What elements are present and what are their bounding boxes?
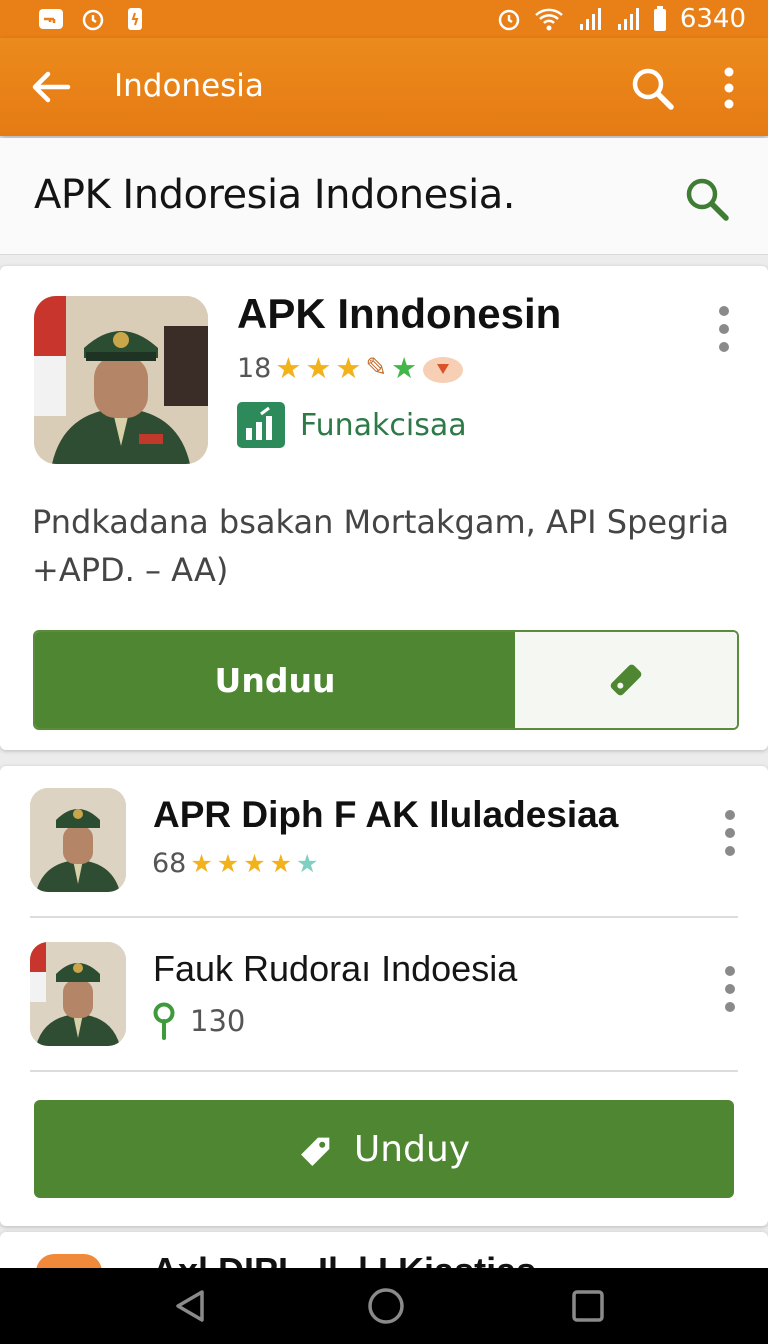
star-icon: ★ xyxy=(305,350,332,385)
rating-row: 68 ★ ★ ★ ★ ★ xyxy=(152,848,318,879)
back-arrow-icon[interactable] xyxy=(28,64,74,110)
featured-app-card[interactable]: APK Inndonesin 18 ★ ★ ★ ✎ ★ Funakcisaa P… xyxy=(0,266,768,750)
download-button-group: Unduu xyxy=(33,630,739,730)
divider xyxy=(30,916,738,918)
search-icon[interactable] xyxy=(628,64,676,112)
search-bar[interactable]: APK Indoresia Indonesia. xyxy=(0,138,768,255)
app-avatar xyxy=(30,788,126,892)
rating-count: 18 xyxy=(237,352,272,384)
system-nav-bar xyxy=(0,1268,768,1344)
app-avatar xyxy=(30,942,126,1046)
app-bar-title: Indonesia xyxy=(114,68,264,104)
star-icon: ★ xyxy=(190,849,213,878)
star-icon: ★ xyxy=(243,849,266,878)
rating-count: 68 xyxy=(152,848,187,879)
alarm-icon xyxy=(498,9,520,31)
star-icon: ★ xyxy=(296,849,319,878)
overflow-menu-icon[interactable] xyxy=(723,966,737,1012)
search-icon[interactable] xyxy=(682,174,732,224)
app-list-card: APR Diph F AK Iluladesiaa 68 ★ ★ ★ ★ ★ F… xyxy=(0,766,768,1226)
tag-icon xyxy=(610,664,642,696)
status-time: 6340 xyxy=(679,4,746,34)
search-query[interactable]: APK Indoresia Indonesia. xyxy=(34,172,515,218)
star-icon: ★ xyxy=(391,350,418,385)
more-vert-icon[interactable] xyxy=(712,64,746,112)
star-icon: ★ xyxy=(335,350,362,385)
signal-icon xyxy=(579,8,601,30)
signal-icon xyxy=(617,8,639,30)
category-chart-icon xyxy=(237,402,285,448)
app-bar: Indonesia xyxy=(0,38,768,136)
home-circle-icon[interactable] xyxy=(366,1286,406,1326)
star-icon: ★ xyxy=(275,350,302,385)
category-label[interactable]: Funakcisaa xyxy=(300,408,467,443)
rating-row: 18 ★ ★ ★ ✎ ★ xyxy=(237,352,465,384)
overflow-menu-icon[interactable] xyxy=(723,810,737,856)
location-pin-icon xyxy=(153,1002,175,1040)
download-count-row: 130 xyxy=(152,1002,245,1040)
divider xyxy=(30,1070,738,1072)
star-icon: ★ xyxy=(269,849,293,878)
tag-icon xyxy=(300,1137,330,1166)
alarm-icon xyxy=(82,9,104,31)
recents-square-icon[interactable] xyxy=(570,1288,606,1324)
list-item-title[interactable]: APR Diph F AK Iluladesiaa xyxy=(153,794,618,836)
status-bar: 6340 xyxy=(0,0,768,38)
wifi-icon xyxy=(534,8,563,31)
app-description: Pndkadana bsakan Mortakgam, API Spegria … xyxy=(32,503,730,589)
back-triangle-icon[interactable] xyxy=(172,1288,208,1324)
download-button[interactable]: Unduy xyxy=(34,1100,734,1198)
star-icon: ★ xyxy=(216,849,240,878)
download-count: 130 xyxy=(190,1004,246,1038)
badge-icon xyxy=(423,357,464,383)
app-avatar xyxy=(34,296,208,464)
download-button[interactable]: Unduu xyxy=(35,632,515,728)
download-button-label: Unduy xyxy=(353,1128,471,1170)
install-edit-button[interactable] xyxy=(515,632,737,728)
key-icon xyxy=(39,9,63,29)
app-title[interactable]: APK Inndonesin xyxy=(237,290,561,338)
list-item-title[interactable]: Fauk Rudoraı Indoesia xyxy=(153,948,517,990)
overflow-menu-icon[interactable] xyxy=(717,306,731,352)
battery-small-icon xyxy=(128,8,142,30)
battery-icon xyxy=(653,6,666,31)
pencil-icon: ✎ xyxy=(365,353,388,383)
